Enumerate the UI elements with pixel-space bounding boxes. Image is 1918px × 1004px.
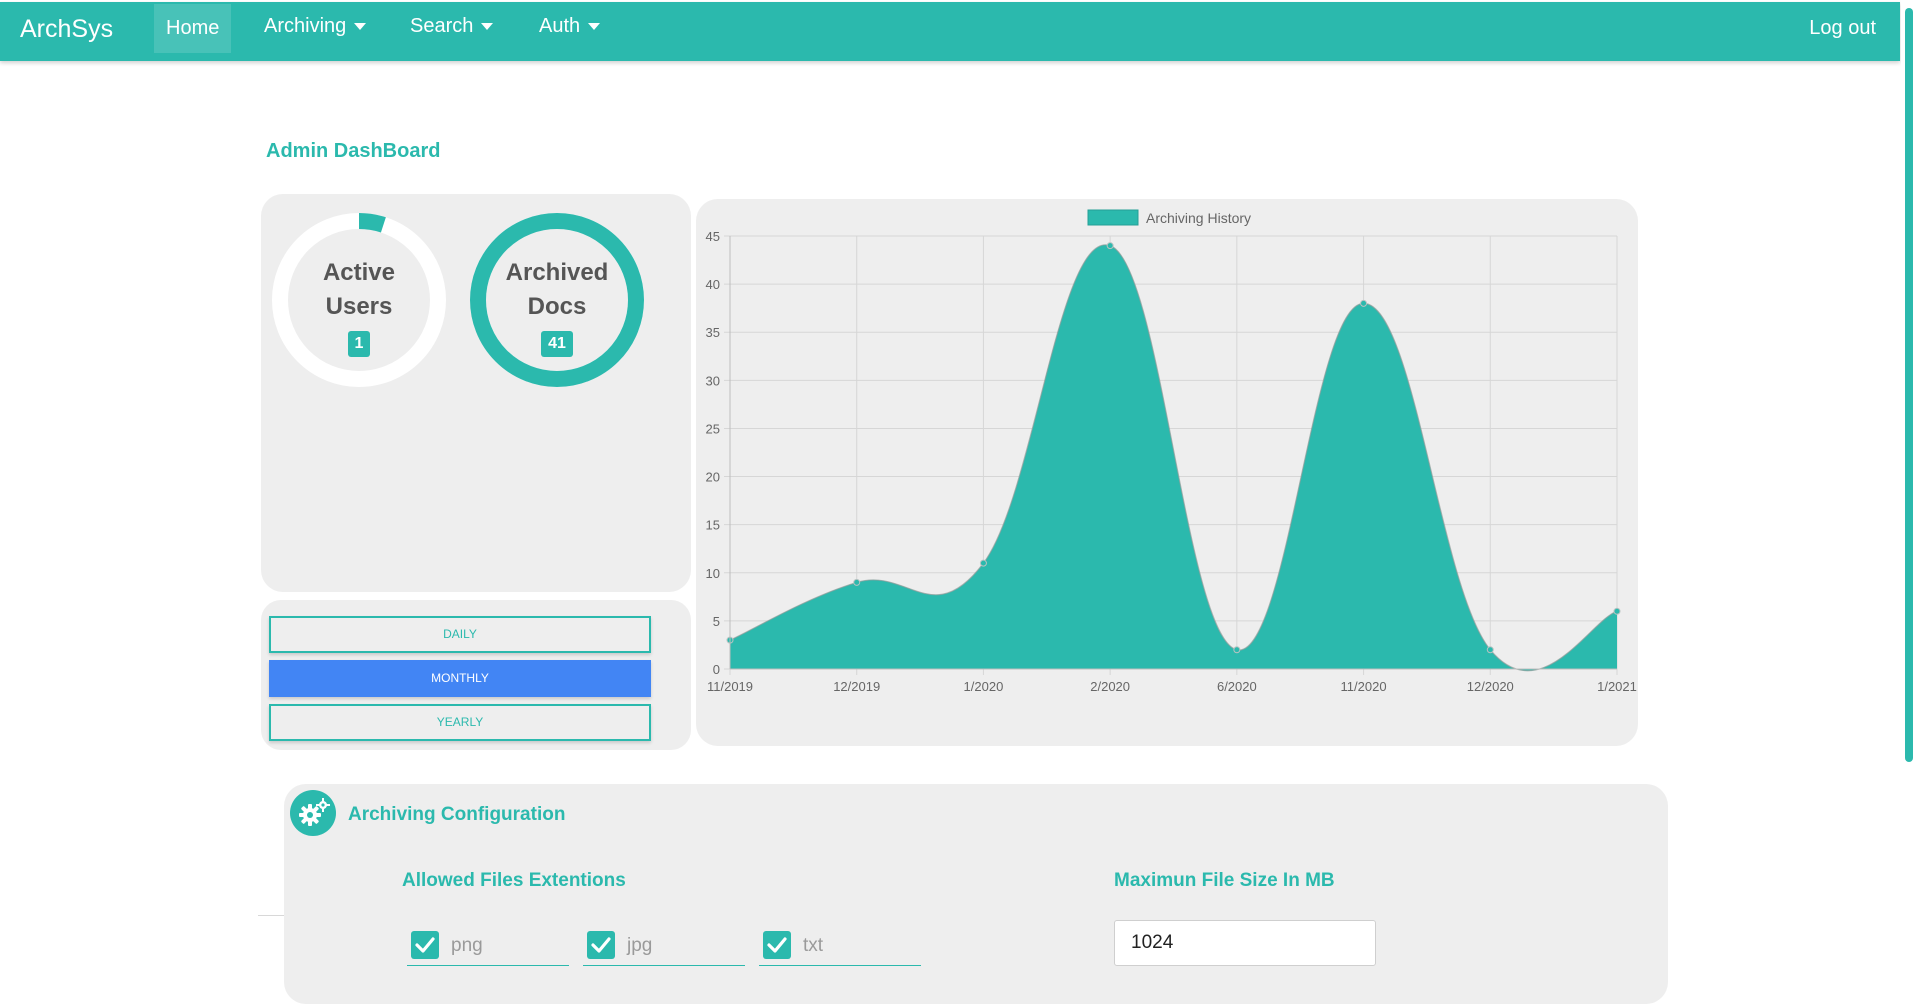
data-point [1233,646,1241,654]
extension-label: jpg [627,935,653,956]
txt-checkbox[interactable] [763,931,791,959]
x-tick-label: 6/2020 [1217,679,1257,694]
extension-jpg-option[interactable]: jpg [583,931,745,966]
y-tick-label: 0 [713,662,720,677]
x-tick-label: 11/2019 [707,679,753,694]
vertical-scrollbar[interactable] [1901,0,1918,974]
y-tick-label: 45 [706,229,720,244]
archiving-history-chart: Archiving History 0 5 10 15 20 25 30 35 40 45 11/20… [706,209,1637,694]
nav-archiving-label: Archiving [264,15,347,37]
y-tick-label: 10 [706,566,720,581]
x-tick-label: 12/2020 [1467,679,1514,694]
data-point [1106,242,1114,250]
archived-docs-donut: Archived Docs 41 [469,212,645,388]
daily-button[interactable]: DAILY [269,616,651,653]
data-point [853,578,861,586]
nav-search-dropdown[interactable]: Search [398,2,505,51]
data-point [1486,646,1494,654]
extension-label: txt [803,935,824,956]
max-file-size-title: Maximun File Size In MB [1114,870,1335,891]
x-tick-label: 1/2020 [964,679,1004,694]
series-area [730,244,1617,671]
yearly-button[interactable]: YEARLY [269,704,651,741]
active-users-label-line2: Users [325,293,393,320]
x-tick-label: 12/2019 [833,679,880,694]
x-tick-label: 11/2020 [1341,679,1387,694]
y-tick-label: 40 [706,277,720,292]
archived-docs-label-line2: Docs [527,293,587,320]
config-title: Archiving Configuration [348,804,566,825]
y-tick-label: 35 [706,325,720,340]
active-users-count-badge: 1 [347,331,371,357]
page-title: Admin DashBoard [266,140,441,162]
active-users-label-line1: Active [322,259,396,286]
y-tick-label: 20 [706,470,720,485]
nav-home[interactable]: Home [154,4,232,53]
allowed-extensions-title: Allowed Files Extentions [402,870,626,891]
checkmark-icon [415,937,435,953]
extension-label: png [451,935,483,956]
chevron-down-icon [588,23,601,31]
x-tick-label: 1/2021 [1597,679,1637,694]
nav-auth-label: Auth [539,15,581,37]
nav-auth-dropdown[interactable]: Auth [527,2,612,51]
data-point [1360,299,1368,307]
y-tick-label: 5 [713,614,720,629]
stats-panel: Active Users 1 Archived Docs 41 [261,194,691,592]
chevron-down-icon [481,23,494,31]
archiving-history-chart-panel: Archiving History 0 5 10 15 20 25 30 35 40 45 11/20… [696,199,1638,746]
period-selector-panel: DAILY MONTHLY YEARLY [261,600,691,750]
extension-png-option[interactable]: png [407,931,569,966]
archived-docs-count-badge: 41 [541,331,573,357]
x-tick-label: 2/2020 [1090,679,1130,694]
nav-search-label: Search [410,15,474,37]
logout-link[interactable]: Log out [1809,2,1876,55]
jpg-checkbox[interactable] [587,931,615,959]
data-point [979,559,987,567]
legend-label: Archiving History [1146,210,1251,226]
active-users-donut: Active Users 1 [271,212,447,388]
max-file-size-input[interactable]: 1024 [1114,920,1376,966]
brand-logo[interactable]: ArchSys [20,15,113,44]
divider [258,915,284,916]
y-tick-label: 15 [706,518,720,533]
legend-swatch [1087,209,1139,226]
gears-icon [290,790,336,836]
active-users-text: Active Users 1 [271,256,447,358]
checkmark-icon [767,937,787,953]
archived-docs-text: Archived Docs 41 [469,256,645,358]
data-point [1613,607,1621,615]
extension-txt-option[interactable]: txt [759,931,921,966]
top-navbar: ArchSys Home Archiving Search Auth Log o… [0,2,1900,61]
checkmark-icon [591,937,611,953]
y-tick-label: 30 [706,373,720,388]
scrollbar-thumb[interactable] [1905,8,1913,762]
nav-home-label: Home [166,17,220,39]
y-tick-label: 25 [706,421,720,436]
archived-docs-label-line1: Archived [505,259,609,286]
nav-archiving-dropdown[interactable]: Archiving [252,2,378,51]
chevron-down-icon [354,23,367,31]
archiving-configuration-panel: Archiving Configuration Allowed Files Ex… [284,784,1668,1004]
monthly-button[interactable]: MONTHLY [269,660,651,697]
png-checkbox[interactable] [411,931,439,959]
